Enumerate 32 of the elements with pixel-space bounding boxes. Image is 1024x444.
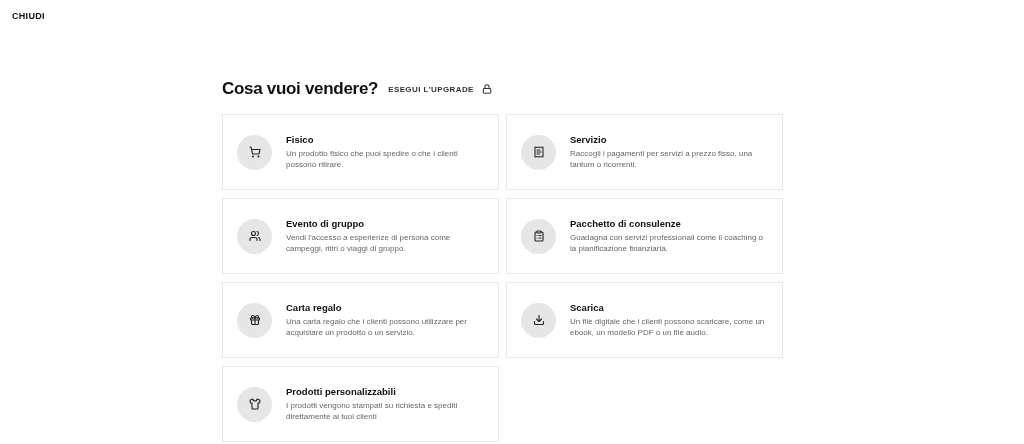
option-description: Vendi l'accesso a esperienze di persona come campeggi, ritiri o viaggi di gruppo. (286, 232, 452, 254)
option-card[interactable]: Scarica Un file digitale che i clienti possono scaricare, come un ebook, un modello PDF o un file audio. (506, 282, 783, 358)
close-button[interactable]: CHIUDI (4, 11, 53, 21)
upgrade-link[interactable]: ESEGUI L'UPGRADE (388, 84, 492, 94)
receipt-icon (532, 146, 545, 158)
option-title: Scarica (570, 302, 605, 313)
option-description: Raccogli i pagamenti per servizi a prezzo fisso, una tantum o ricorrenti. (570, 148, 754, 170)
download-icon (532, 314, 545, 326)
option-title: Evento di gruppo (286, 218, 366, 229)
option-description: Una carta regalo che i clienti possono utilizzare per acquistare un prodotto o un servizio. (286, 316, 468, 338)
option-title: Carta regalo (286, 302, 343, 313)
option-card[interactable]: Evento di gruppo Vendi l'accesso a esperienze di persona come campeggi, ritiri o viaggi di gruppo. (222, 198, 499, 274)
option-description: I prodotti vengono stampati su richiesta e spediti direttamente ai tuoi clienti (286, 400, 459, 422)
option-title: Prodotti personalizzabili (286, 386, 397, 397)
option-card[interactable]: Fisico Un prodotto fisico che puoi spedire o che i clienti possono ritirare. (222, 114, 499, 190)
option-card[interactable]: Prodotti personalizzabili I prodotti vengono stampati su richiesta e spediti direttamente ai tuoi clienti (222, 366, 499, 442)
option-title: Servizio (570, 134, 608, 145)
option-card[interactable]: Pacchetto di consulenze Guadagna con servizi professionali come il coaching o la pianificazione finanziaria. (506, 198, 783, 274)
gift-icon (248, 314, 261, 326)
people-icon (248, 230, 261, 242)
option-card[interactable]: Carta regalo Una carta regalo che i clienti possono utilizzare per acquistare un prodotto o un servizio. (222, 282, 499, 358)
clipboard-icon (532, 230, 545, 242)
option-card[interactable]: Servizio Raccogli i pagamenti per servizi a prezzo fisso, una tantum o ricorrenti. (506, 114, 783, 190)
page-title: Cosa vuoi vendere? (222, 79, 379, 99)
option-description: Un prodotto fisico che puoi spedire o che i clienti possono ritirare. (286, 148, 459, 170)
option-title: Fisico (286, 134, 315, 145)
cart-icon (248, 146, 261, 158)
shirt-icon (248, 398, 261, 410)
option-title: Pacchetto di consulenze (570, 218, 682, 229)
lock-icon (481, 84, 492, 94)
option-description: Guadagna con servizi professionali come il coaching o la pianificazione finanziaria. (570, 232, 764, 254)
option-description: Un file digitale che i clienti possono scaricare, come un ebook, un modello PDF o un file audio. (570, 316, 766, 338)
